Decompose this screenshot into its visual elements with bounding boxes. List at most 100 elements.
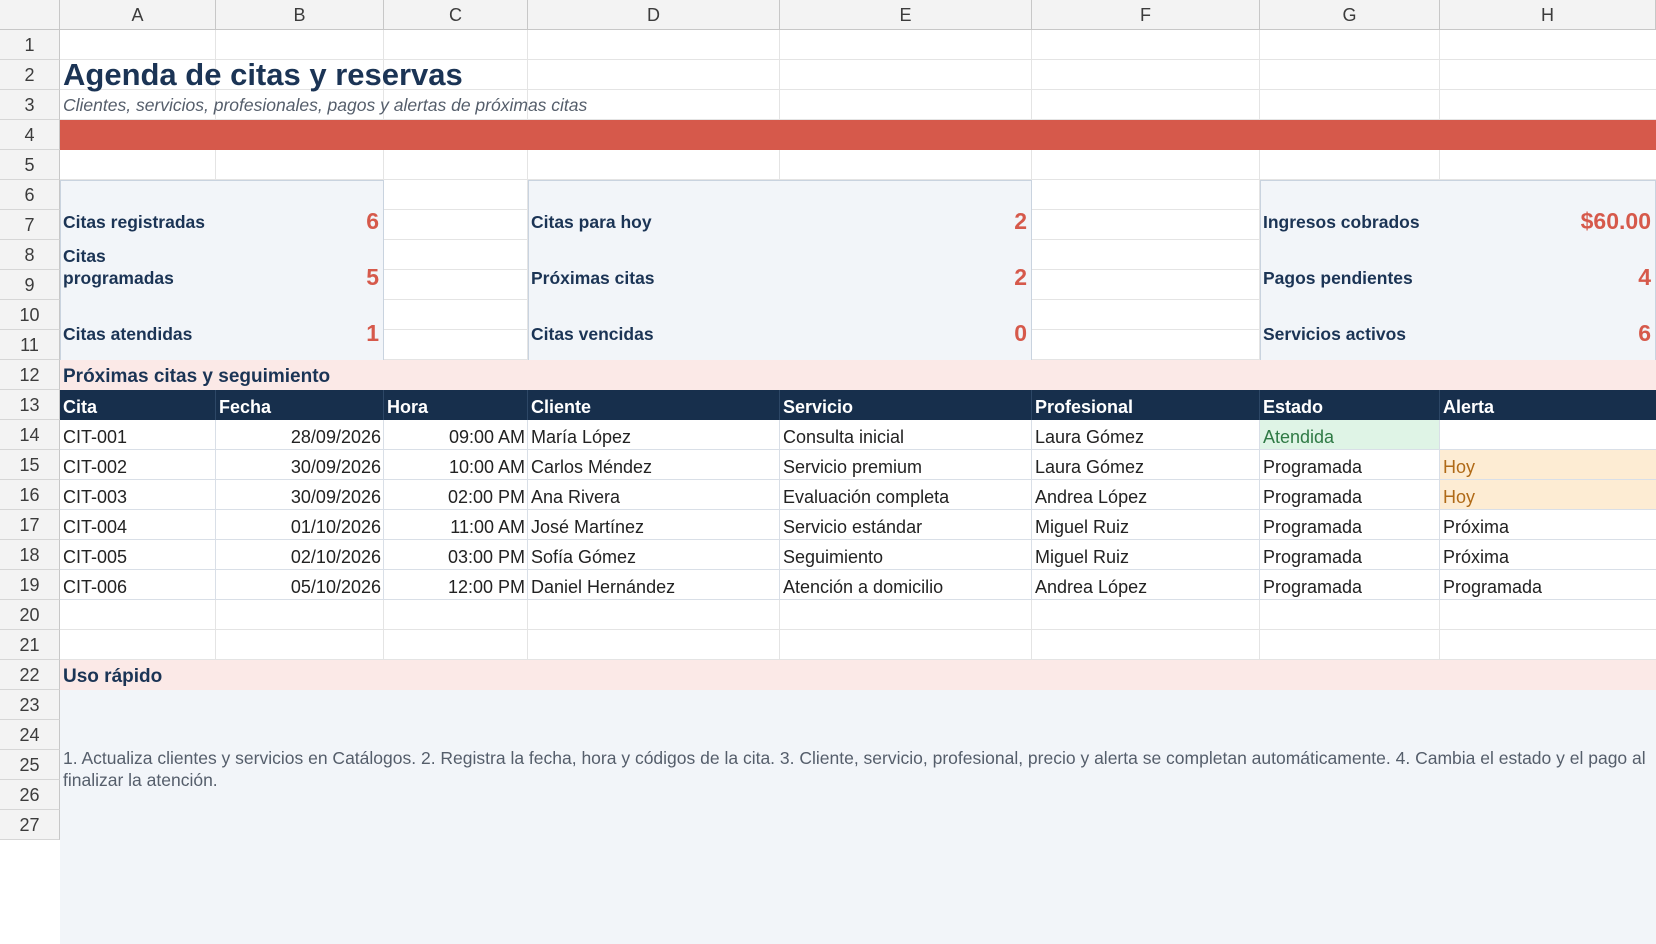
cell-estado[interactable]: Programada: [1263, 572, 1362, 602]
cell-fecha[interactable]: 01/10/2026: [216, 512, 381, 542]
cell-cliente[interactable]: José Martínez: [531, 512, 644, 542]
column-header-h[interactable]: H: [1440, 0, 1656, 30]
cell-servicio[interactable]: Evaluación completa: [783, 482, 949, 512]
cell-profesional[interactable]: Andrea López: [1035, 482, 1147, 512]
row-header-25[interactable]: 25: [0, 750, 60, 780]
cell-profesional[interactable]: Miguel Ruiz: [1035, 512, 1129, 542]
table-column-divider: [1031, 420, 1032, 600]
column-header-b[interactable]: B: [216, 0, 384, 30]
row-header-20[interactable]: 20: [0, 600, 60, 630]
row-header-17[interactable]: 17: [0, 510, 60, 540]
cell-fecha[interactable]: 05/10/2026: [216, 572, 381, 602]
cell-hora[interactable]: 02:00 PM: [384, 482, 525, 512]
row-header-23[interactable]: 23: [0, 690, 60, 720]
table-header-servicio[interactable]: Servicio: [783, 392, 853, 422]
row-header-14[interactable]: 14: [0, 420, 60, 450]
row-header-18[interactable]: 18: [0, 540, 60, 570]
cell-cliente[interactable]: María López: [531, 422, 631, 452]
cell-hora[interactable]: 09:00 AM: [384, 422, 525, 452]
cell-cita[interactable]: CIT-006: [63, 572, 127, 602]
table-column-divider: [383, 420, 384, 600]
row-header-1[interactable]: 1: [0, 30, 60, 60]
column-header-f[interactable]: F: [1032, 0, 1260, 30]
table-header-cliente[interactable]: Cliente: [531, 392, 591, 422]
kpi-label: Servicios activos: [1263, 324, 1406, 344]
row-header-21[interactable]: 21: [0, 630, 60, 660]
table-header-cita[interactable]: Cita: [63, 392, 97, 422]
page-title: Agenda de citas y reservas: [63, 57, 463, 92]
cell-hora[interactable]: 11:00 AM: [384, 512, 525, 542]
row-header-8[interactable]: 8: [0, 240, 60, 270]
column-header-a[interactable]: A: [60, 0, 216, 30]
row-header-12[interactable]: 12: [0, 360, 60, 390]
cell-hora[interactable]: 10:00 AM: [384, 452, 525, 482]
cell-cita[interactable]: CIT-003: [63, 482, 127, 512]
cell-cita[interactable]: CIT-005: [63, 542, 127, 572]
column-header-d[interactable]: D: [528, 0, 780, 30]
row-header-27[interactable]: 27: [0, 810, 60, 840]
cell-profesional[interactable]: Miguel Ruiz: [1035, 542, 1129, 572]
section-band: [60, 660, 1656, 690]
cell-alerta[interactable]: Hoy: [1443, 452, 1475, 482]
row-header-4[interactable]: 4: [0, 120, 60, 150]
cell-cliente[interactable]: Daniel Hernández: [531, 572, 675, 602]
cell-cliente[interactable]: Carlos Méndez: [531, 452, 652, 482]
row-header-6[interactable]: 6: [0, 180, 60, 210]
row-header-5[interactable]: 5: [0, 150, 60, 180]
cell-cliente[interactable]: Ana Rivera: [531, 482, 620, 512]
kpi-label: Pagos pendientes: [1263, 268, 1413, 288]
row-header-15[interactable]: 15: [0, 450, 60, 480]
cell-estado[interactable]: Programada: [1263, 452, 1362, 482]
cell-hora[interactable]: 03:00 PM: [384, 542, 525, 572]
cell-alerta[interactable]: Próxima: [1443, 542, 1509, 572]
cell-alerta[interactable]: Programada: [1443, 572, 1542, 602]
cell-fecha[interactable]: 28/09/2026: [216, 422, 381, 452]
table-header-fecha[interactable]: Fecha: [219, 392, 271, 422]
cell-cita[interactable]: CIT-002: [63, 452, 127, 482]
column-header-g[interactable]: G: [1260, 0, 1440, 30]
table-header-profesional[interactable]: Profesional: [1035, 392, 1133, 422]
cell-servicio[interactable]: Servicio premium: [783, 452, 922, 482]
cell-cita[interactable]: CIT-001: [63, 422, 127, 452]
row-header-7[interactable]: 7: [0, 210, 60, 240]
row-header-9[interactable]: 9: [0, 270, 60, 300]
row-header-11[interactable]: 11: [0, 330, 60, 360]
cell-servicio[interactable]: Servicio estándar: [783, 512, 922, 542]
cell-cita[interactable]: CIT-004: [63, 512, 127, 542]
column-header-c[interactable]: C: [384, 0, 528, 30]
table-column-divider: [1439, 420, 1440, 600]
row-header-2[interactable]: 2: [0, 60, 60, 90]
column-header-e[interactable]: E: [780, 0, 1032, 30]
cell-profesional[interactable]: Andrea López: [1035, 572, 1147, 602]
cell-cliente[interactable]: Sofía Gómez: [531, 542, 636, 572]
row-header-3[interactable]: 3: [0, 90, 60, 120]
section-title-upcoming: Próximas citas y seguimiento: [63, 366, 331, 387]
cell-servicio[interactable]: Consulta inicial: [783, 422, 904, 452]
row-header-10[interactable]: 10: [0, 300, 60, 330]
table-header-alerta[interactable]: Alerta: [1443, 392, 1494, 422]
row-header-16[interactable]: 16: [0, 480, 60, 510]
cell-profesional[interactable]: Laura Gómez: [1035, 422, 1144, 452]
cell-estado[interactable]: Atendida: [1263, 422, 1334, 452]
cell-fecha[interactable]: 30/09/2026: [216, 452, 381, 482]
table-header-hora[interactable]: Hora: [387, 392, 428, 422]
row-header-22[interactable]: 22: [0, 660, 60, 690]
row-header-13[interactable]: 13: [0, 390, 60, 420]
cell-estado[interactable]: Programada: [1263, 542, 1362, 572]
row-header-19[interactable]: 19: [0, 570, 60, 600]
cell-fecha[interactable]: 02/10/2026: [216, 542, 381, 572]
cell-profesional[interactable]: Laura Gómez: [1035, 452, 1144, 482]
cell-alerta[interactable]: Próxima: [1443, 512, 1509, 542]
cell-fecha[interactable]: 30/09/2026: [216, 482, 381, 512]
cell-servicio[interactable]: Seguimiento: [783, 542, 883, 572]
row-header-26[interactable]: 26: [0, 780, 60, 810]
table-header-estado[interactable]: Estado: [1263, 392, 1323, 422]
cell-servicio[interactable]: Atención a domicilio: [783, 572, 943, 602]
kpi-value: 2: [1014, 208, 1027, 234]
select-all-corner[interactable]: [0, 0, 60, 30]
cell-hora[interactable]: 12:00 PM: [384, 572, 525, 602]
cell-alerta[interactable]: Hoy: [1443, 482, 1475, 512]
cell-estado[interactable]: Programada: [1263, 512, 1362, 542]
cell-estado[interactable]: Programada: [1263, 482, 1362, 512]
row-header-24[interactable]: 24: [0, 720, 60, 750]
